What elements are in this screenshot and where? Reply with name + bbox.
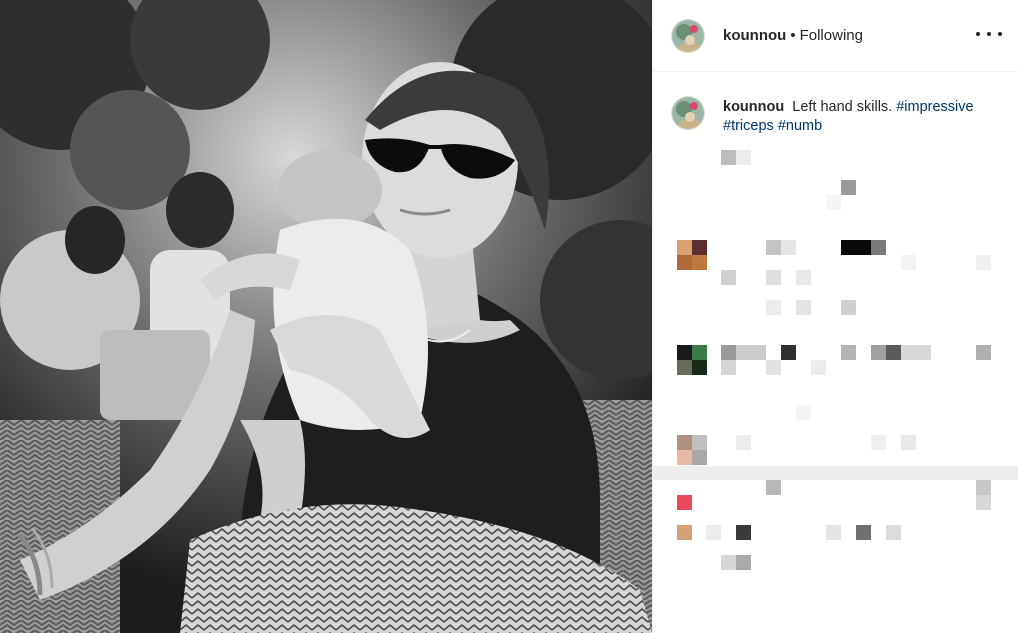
caption-username-link[interactable]: kounnou	[723, 99, 784, 115]
blur-pixel	[766, 270, 781, 285]
blur-pixel	[766, 240, 781, 255]
blur-avatar	[677, 255, 692, 270]
separator: •	[790, 27, 796, 44]
blur-pixel	[766, 360, 781, 375]
blurred-divider	[653, 466, 1018, 480]
blur-avatar	[692, 435, 707, 450]
blur-pixel	[736, 150, 751, 165]
blur-pixel	[781, 345, 796, 360]
blur-avatar	[692, 450, 707, 465]
instagram-post: kounnou • Following kounnou Left hand sk…	[0, 0, 1018, 633]
blur-pixel	[721, 360, 736, 375]
caption-body: Left hand skills.	[792, 99, 893, 115]
blur-pixel	[736, 435, 751, 450]
avatar[interactable]	[671, 96, 705, 130]
blur-pixel	[796, 300, 811, 315]
blur-avatar	[677, 450, 692, 465]
blur-pixel	[841, 180, 856, 195]
post-header: kounnou • Following	[653, 0, 1018, 72]
blur-avatar	[692, 255, 707, 270]
blur-pixel	[841, 240, 871, 255]
blur-pixel	[886, 345, 901, 360]
blur-pixel	[976, 345, 991, 360]
blur-pixel	[706, 525, 721, 540]
blur-pixel	[871, 345, 886, 360]
more-dot	[998, 32, 1002, 36]
blur-avatar	[677, 240, 692, 255]
photo-image	[0, 0, 652, 633]
hashtag-link[interactable]: #impressive	[896, 99, 973, 115]
blur-pixel	[841, 345, 856, 360]
blur-pixel	[826, 525, 841, 540]
blur-pixel	[721, 150, 736, 165]
avatar[interactable]	[671, 18, 705, 53]
blur-pixel	[826, 195, 841, 210]
follow-status-button[interactable]: Following	[800, 27, 863, 44]
blur-pixel	[976, 255, 991, 270]
blur-avatar	[692, 345, 707, 360]
caption-text: kounnou Left hand skills. #impressive #t…	[723, 98, 993, 136]
blur-pixel	[796, 270, 811, 285]
blur-avatar	[677, 435, 692, 450]
blur-pixel	[736, 555, 751, 570]
post-caption: kounnou Left hand skills. #impressive #t…	[671, 96, 1001, 136]
blur-pixel	[901, 435, 916, 450]
blur-pixel	[721, 555, 736, 570]
blur-pixel	[811, 360, 826, 375]
blur-pixel	[796, 405, 811, 420]
more-dot	[976, 32, 980, 36]
blur-pixel	[841, 300, 856, 315]
blur-pixel	[871, 435, 886, 450]
blur-pixel	[976, 495, 991, 510]
blur-avatar	[677, 360, 692, 375]
hashtag-link[interactable]: #triceps	[723, 118, 774, 134]
blur-pixel	[901, 255, 916, 270]
blur-pixel	[721, 345, 736, 360]
hashtag-link[interactable]: #numb	[778, 118, 822, 134]
blur-pixel	[781, 240, 796, 255]
blur-avatar	[677, 525, 692, 540]
more-options-icon[interactable]	[976, 22, 1002, 46]
blur-pixel	[736, 345, 766, 360]
blur-avatar	[677, 495, 692, 510]
header-text: kounnou • Following	[723, 27, 863, 44]
blur-avatar	[692, 360, 707, 375]
blur-pixel	[856, 525, 871, 540]
blur-pixel	[976, 480, 991, 495]
username-link[interactable]: kounnou	[723, 27, 786, 44]
blur-pixel	[766, 480, 781, 495]
more-dot	[987, 32, 991, 36]
blur-pixel	[721, 270, 736, 285]
blur-pixel	[871, 240, 886, 255]
avatar-image	[672, 97, 704, 129]
avatar-image	[672, 19, 704, 52]
post-photo[interactable]	[0, 0, 652, 633]
blur-pixel	[901, 345, 931, 360]
blur-avatar	[677, 345, 692, 360]
blur-avatar	[692, 240, 707, 255]
blur-pixel	[736, 525, 751, 540]
blur-pixel	[766, 300, 781, 315]
blur-pixel	[886, 525, 901, 540]
post-side-panel: kounnou • Following kounnou Left hand sk…	[652, 0, 1018, 633]
